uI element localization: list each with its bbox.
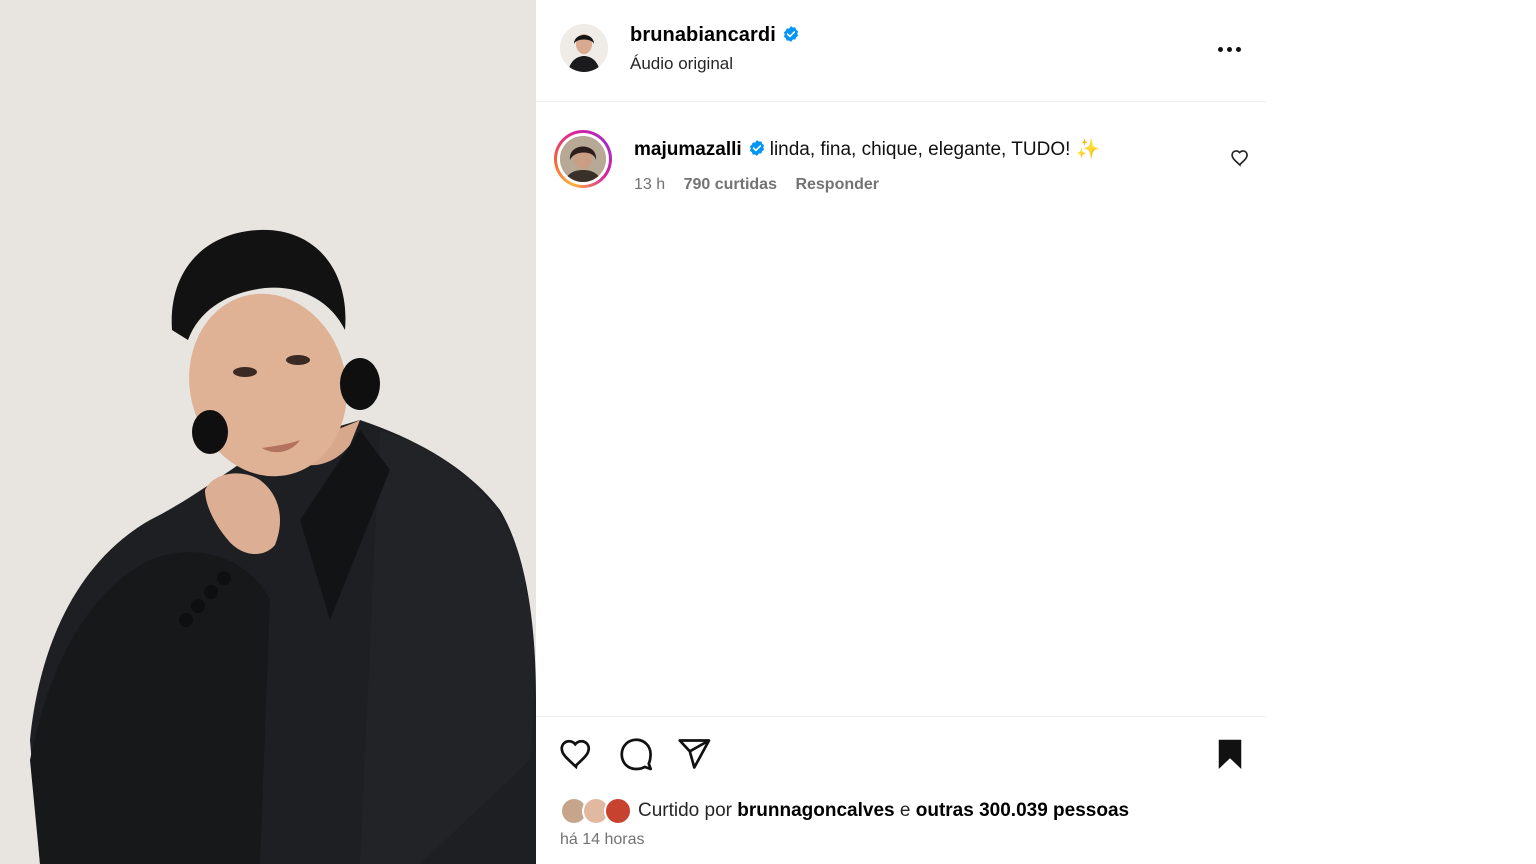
post-header: brunabiancardi Áudio original (536, 0, 1266, 102)
post-photo (0, 0, 536, 864)
page-background (1266, 0, 1536, 864)
post-details-panel: brunabiancardi Áudio original majumazall (536, 0, 1266, 864)
post-actions-bar (536, 730, 1266, 780)
share-paper-plane-icon[interactable] (676, 736, 712, 772)
post-media[interactable] (0, 0, 536, 864)
save-bookmark-icon[interactable] (1212, 736, 1248, 772)
comment-meta: 13 h 790 curtidas Responder (634, 176, 893, 194)
comment-bubble-icon[interactable] (618, 736, 654, 772)
liked-by-others[interactable]: outras 300.039 pessoas (916, 800, 1129, 821)
comment-time: 13 h (634, 176, 666, 193)
verified-badge-icon (783, 26, 798, 42)
commenter-username[interactable]: majumazalli (634, 139, 742, 160)
comment-like-heart-icon[interactable] (1230, 148, 1250, 168)
comment-likes-link[interactable]: 790 curtidas (684, 176, 777, 193)
commenter-avatar[interactable] (554, 130, 612, 188)
comment-line: majumazalli linda, fina, chique, elegante… (634, 137, 1100, 161)
actions-divider (536, 716, 1266, 717)
liked-by-user[interactable]: brunnagoncalves (737, 800, 894, 821)
liker-avatars[interactable] (560, 796, 636, 826)
verified-badge-icon (749, 140, 764, 156)
author-avatar[interactable] (560, 24, 608, 72)
reply-button[interactable]: Responder (795, 176, 879, 193)
author-username[interactable]: brunabiancardi (630, 24, 800, 47)
more-options-icon[interactable] (1212, 36, 1246, 62)
like-heart-icon[interactable] (558, 736, 594, 772)
liked-by-text[interactable]: Curtido por brunnagoncalves e outras 300… (638, 800, 1129, 822)
comment-item: majumazalli linda, fina, chique, elegante… (536, 126, 1266, 206)
sparkles-emoji: ✨ (1076, 139, 1101, 160)
post-timestamp[interactable]: há 14 horas (560, 831, 645, 849)
liked-by-row: Curtido por brunnagoncalves e outras 300… (560, 796, 1129, 826)
comment-text: linda, fina, chique, elegante, TUDO! (769, 139, 1071, 160)
audio-label[interactable]: Áudio original (630, 54, 733, 74)
liker-avatar (604, 797, 632, 825)
